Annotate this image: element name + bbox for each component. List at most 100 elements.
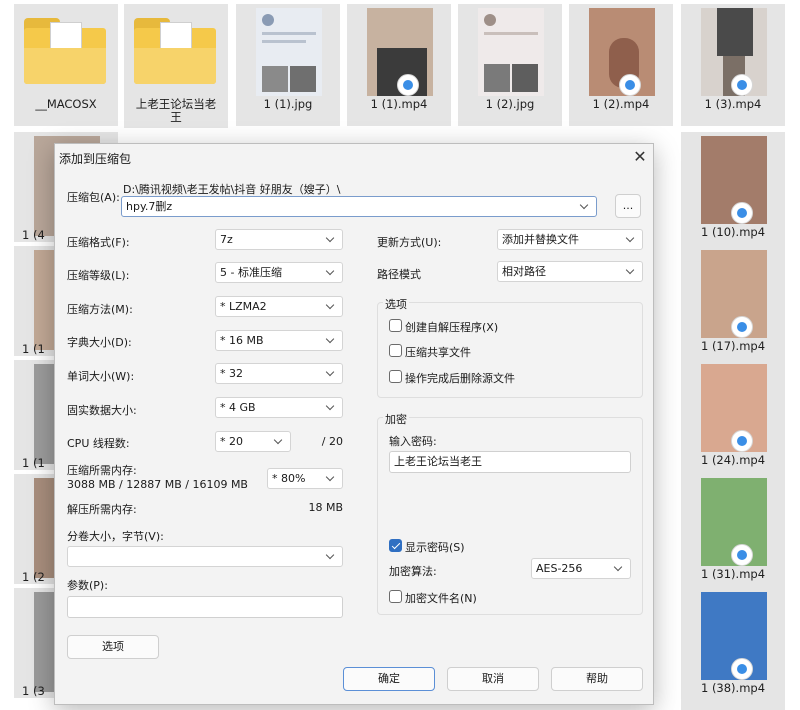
- chevron-down-icon[interactable]: [625, 262, 637, 281]
- update-label: 更新方式(U):: [377, 236, 442, 249]
- level-select[interactable]: 5 - 标准压缩: [215, 262, 343, 283]
- file-tile-image[interactable]: 1 (1).jpg: [236, 4, 340, 126]
- cancel-button[interactable]: 取消: [447, 667, 539, 691]
- show-password-checkbox[interactable]: [389, 539, 402, 552]
- delete-source-label[interactable]: 操作完成后删除源文件: [405, 370, 515, 386]
- file-tile-video[interactable]: 1 (31).mp4: [681, 474, 785, 596]
- word-select[interactable]: * 32: [215, 363, 343, 384]
- video-badge-icon: [731, 544, 753, 566]
- enc-method-value: AES-256: [536, 562, 583, 575]
- decomp-value: 18 MB: [308, 501, 343, 514]
- solid-select[interactable]: * 4 GB: [215, 397, 343, 418]
- file-name: __MACOSX: [35, 97, 97, 111]
- chevron-down-icon[interactable]: [325, 263, 337, 282]
- shared-label[interactable]: 压缩共享文件: [405, 344, 471, 360]
- solid-label: 固实数据大小:: [67, 404, 137, 417]
- password-input[interactable]: 上老王论坛当老王: [389, 451, 631, 473]
- mem-detail: 3088 MB / 12887 MB / 16109 MB: [67, 478, 248, 491]
- method-select[interactable]: * LZMA2: [215, 296, 343, 317]
- chevron-down-icon[interactable]: [325, 364, 337, 383]
- path-value: 相对路径: [502, 265, 546, 278]
- dict-label: 字典大小(D):: [67, 336, 132, 349]
- enc-method-select[interactable]: AES-256: [531, 558, 631, 579]
- file-name: 1 (1: [22, 456, 45, 470]
- file-name: 1 (3: [22, 684, 45, 698]
- dialog-title: 添加到压缩包: [59, 152, 132, 166]
- file-tile-folder[interactable]: 上老王论坛当老 王: [124, 4, 228, 128]
- solid-value: * 4 GB: [220, 401, 256, 414]
- file-name: 1 (1).jpg: [263, 97, 313, 111]
- file-tile-video[interactable]: 1 (3).mp4: [681, 4, 785, 126]
- encrypt-names-checkbox[interactable]: [389, 590, 402, 603]
- level-label: 压缩等级(L):: [67, 269, 130, 282]
- word-label: 单词大小(W):: [67, 370, 135, 383]
- browse-button[interactable]: ...: [615, 194, 641, 218]
- file-name: 1 (31).mp4: [700, 567, 766, 581]
- chevron-down-icon[interactable]: [273, 432, 285, 451]
- folder-icon: [134, 18, 216, 84]
- file-tile-video[interactable]: 1 (24).mp4: [681, 360, 785, 482]
- chevron-down-icon[interactable]: [325, 398, 337, 417]
- file-tile-video[interactable]: 1 (2).mp4: [569, 4, 673, 126]
- file-name: 1 (2).mp4: [592, 97, 650, 111]
- cpu-select[interactable]: * 20: [215, 431, 291, 452]
- file-name: 1 (1: [22, 342, 45, 356]
- format-select[interactable]: 7z: [215, 229, 343, 250]
- level-value: 5 - 标准压缩: [220, 266, 282, 279]
- chevron-down-icon[interactable]: [325, 230, 337, 249]
- add-to-archive-dialog: 添加到压缩包 ✕ 压缩包(A): D:\腾讯视频\老王发帖\抖音 好朋友（嫂子）…: [54, 143, 654, 705]
- file-name: 1 (1).mp4: [370, 97, 428, 111]
- file-tile-video[interactable]: 1 (10).mp4: [681, 132, 785, 254]
- video-badge-icon: [731, 202, 753, 224]
- chevron-down-icon[interactable]: [613, 559, 625, 578]
- file-name: 上老王论坛当老 王: [135, 97, 217, 124]
- chevron-down-icon[interactable]: [325, 547, 337, 566]
- file-tile-video[interactable]: 1 (1).mp4: [347, 4, 451, 126]
- file-name: 1 (38).mp4: [700, 681, 766, 695]
- sfx-label[interactable]: 创建自解压程序(X): [405, 319, 498, 335]
- update-value: 添加并替换文件: [502, 233, 579, 246]
- shared-checkbox[interactable]: [389, 344, 402, 357]
- enc-method-label: 加密算法:: [389, 565, 437, 578]
- delete-source-checkbox[interactable]: [389, 370, 402, 383]
- folder-icon: [24, 18, 106, 84]
- file-tile-video[interactable]: 1 (38).mp4: [681, 588, 785, 710]
- chevron-down-icon[interactable]: [325, 331, 337, 350]
- ok-button[interactable]: 确定: [343, 667, 435, 691]
- file-tile-macosx[interactable]: __MACOSX: [14, 4, 118, 126]
- password-label: 输入密码:: [389, 435, 437, 448]
- method-value: * LZMA2: [220, 300, 267, 313]
- params-input[interactable]: [67, 596, 343, 618]
- mem-select[interactable]: * 80%: [267, 468, 343, 489]
- file-tile-video[interactable]: 1 (17).mp4: [681, 246, 785, 368]
- show-password-label[interactable]: 显示密码(S): [405, 539, 465, 555]
- chevron-down-icon[interactable]: [325, 469, 337, 488]
- encrypt-names-label[interactable]: 加密文件名(N): [405, 590, 477, 606]
- split-label: 分卷大小，字节(V):: [67, 530, 164, 543]
- method-label: 压缩方法(M):: [67, 303, 133, 316]
- split-select[interactable]: [67, 546, 343, 567]
- file-name: 1 (3).mp4: [704, 97, 762, 111]
- path-select[interactable]: 相对路径: [497, 261, 643, 282]
- dict-select[interactable]: * 16 MB: [215, 330, 343, 351]
- format-label: 压缩格式(F):: [67, 236, 130, 249]
- chevron-down-icon[interactable]: [325, 297, 337, 316]
- archive-name-combobox[interactable]: hpy.7删z: [121, 196, 597, 217]
- update-select[interactable]: 添加并替换文件: [497, 229, 643, 250]
- options-group-title: 选项: [383, 296, 409, 312]
- chevron-down-icon[interactable]: [625, 230, 637, 249]
- cpu-total: / 20: [321, 435, 343, 448]
- close-icon[interactable]: ✕: [629, 146, 651, 168]
- file-tile-image[interactable]: 1 (2).jpg: [458, 4, 562, 126]
- sfx-checkbox[interactable]: [389, 319, 402, 332]
- image-thumbnail: [256, 8, 322, 96]
- help-button[interactable]: 帮助: [551, 667, 643, 691]
- video-badge-icon: [397, 74, 419, 96]
- file-name: 1 (4: [22, 228, 45, 242]
- options-button[interactable]: 选项: [67, 635, 159, 659]
- archive-path: D:\腾讯视频\老王发帖\抖音 好朋友（嫂子）\: [123, 183, 341, 196]
- archive-label: 压缩包(A):: [67, 191, 120, 204]
- video-badge-icon: [731, 74, 753, 96]
- chevron-down-icon[interactable]: [579, 197, 591, 216]
- file-name: 1 (2: [22, 570, 45, 584]
